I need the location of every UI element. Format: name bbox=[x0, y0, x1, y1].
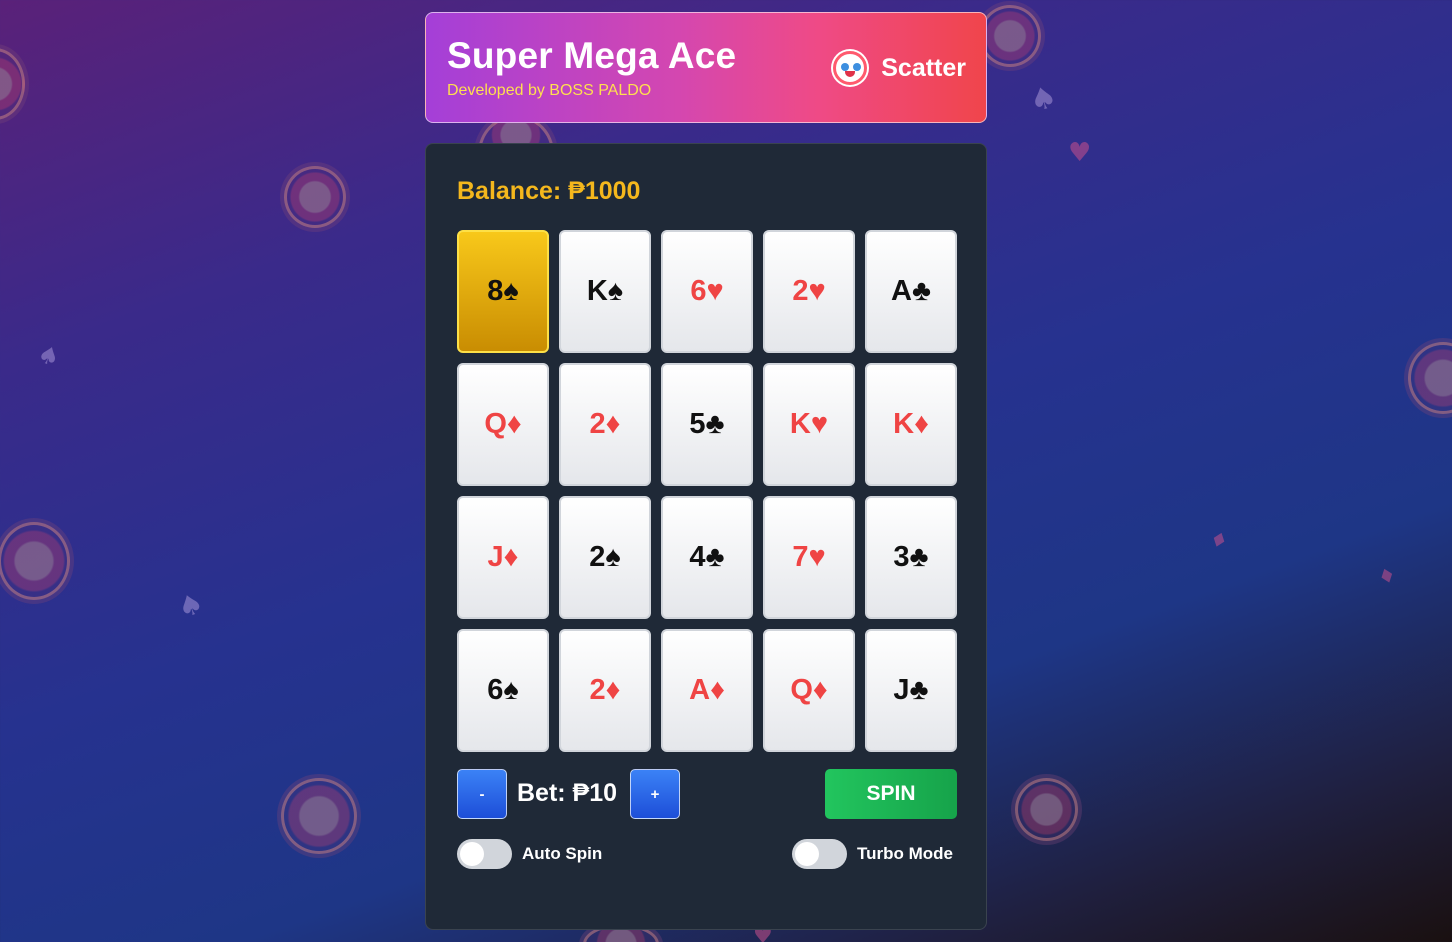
scatter-label: Scatter bbox=[881, 53, 966, 82]
heart-decoration-icon: ♥ bbox=[1068, 138, 1092, 168]
card-cell: 8♠ bbox=[457, 230, 549, 353]
clown-face-icon bbox=[833, 51, 868, 85]
poker-chip-decoration bbox=[0, 48, 25, 120]
card-cell: 5♣ bbox=[661, 363, 753, 486]
developer-credit: Developed by BOSS PALDO bbox=[447, 82, 652, 99]
poker-chip-decoration bbox=[1015, 778, 1078, 841]
turbo-mode-control: Turbo Mode bbox=[792, 839, 953, 869]
game-panel: Balance: ₱1000 8♠ K♠ 6♥ 2♥ A♣ Q♦ 2♦ 5♣ K♥ K♦ J♦ 2♠ 4… bbox=[425, 143, 987, 930]
card-cell: 6♠ bbox=[457, 629, 549, 752]
card-cell: 4♣ bbox=[661, 496, 753, 619]
decrease-bet-button[interactable]: - bbox=[457, 769, 507, 819]
poker-chip-decoration bbox=[0, 522, 70, 600]
game-title: Super Mega Ace bbox=[447, 35, 737, 76]
poker-chip-decoration bbox=[979, 5, 1041, 67]
card-cell: Q♦ bbox=[457, 363, 549, 486]
card-grid: 8♠ K♠ 6♥ 2♥ A♣ Q♦ 2♦ 5♣ K♥ K♦ J♦ 2♠ 4♣ 7♥ 3♣ 6♠ 2♦ A♦ Q♦ J♣ bbox=[457, 230, 957, 752]
turbo-mode-toggle[interactable] bbox=[792, 839, 847, 869]
spade-decoration-icon: ♠ bbox=[33, 339, 64, 373]
bet-controls: - Bet: ₱10 + SPIN bbox=[457, 769, 957, 819]
increase-bet-button[interactable]: + bbox=[630, 769, 680, 819]
diamond-decoration-icon: ♦ bbox=[1206, 525, 1232, 555]
poker-chip-decoration bbox=[281, 778, 357, 854]
card-cell: J♣ bbox=[865, 629, 957, 752]
card-cell: 2♥ bbox=[763, 230, 855, 353]
spade-decoration-icon: ♠ bbox=[173, 585, 208, 626]
scatter-indicator: Scatter bbox=[833, 51, 966, 85]
bet-amount: Bet: ₱10 bbox=[517, 779, 618, 807]
card-cell: 2♦ bbox=[559, 629, 651, 752]
spade-decoration-icon: ♠ bbox=[1025, 79, 1061, 120]
card-cell: A♦ bbox=[661, 629, 753, 752]
card-cell: Q♦ bbox=[763, 629, 855, 752]
balance-display: Balance: ₱1000 bbox=[457, 177, 641, 205]
card-cell: 2♦ bbox=[559, 363, 651, 486]
card-cell: 3♣ bbox=[865, 496, 957, 619]
poker-chip-decoration bbox=[284, 166, 346, 228]
card-cell: 6♥ bbox=[661, 230, 753, 353]
card-cell: J♦ bbox=[457, 496, 549, 619]
card-cell: 2♠ bbox=[559, 496, 651, 619]
poker-chip-decoration bbox=[1408, 342, 1452, 414]
turbo-mode-label: Turbo Mode bbox=[857, 844, 953, 863]
auto-spin-label: Auto Spin bbox=[522, 844, 603, 863]
card-cell: K♥ bbox=[763, 363, 855, 486]
auto-spin-toggle[interactable] bbox=[457, 839, 512, 869]
card-cell: K♠ bbox=[559, 230, 651, 353]
card-cell: 7♥ bbox=[763, 496, 855, 619]
spin-button[interactable]: SPIN bbox=[825, 769, 957, 819]
card-cell: A♣ bbox=[865, 230, 957, 353]
card-cell: K♦ bbox=[865, 363, 957, 486]
diamond-decoration-icon: ♦ bbox=[1374, 561, 1400, 591]
game-header: Super Mega Ace Developed by BOSS PALDO S… bbox=[425, 12, 987, 123]
auto-spin-control: Auto Spin bbox=[457, 839, 602, 869]
